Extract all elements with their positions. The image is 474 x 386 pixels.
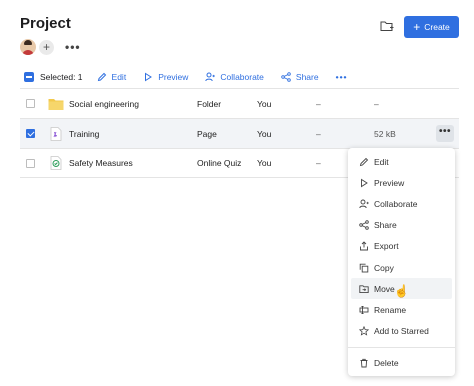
menu-item-label: Preview [374,177,405,188]
toolbar-more-icon[interactable]: ••• [336,72,348,82]
file-owner: You [257,128,272,139]
quiz-icon [50,156,62,170]
owners-bar: + ••• [20,39,81,55]
menu-item-rename[interactable]: Rename [348,299,455,320]
folder-icon [48,98,64,110]
file-name[interactable]: Safety Measures [69,158,133,168]
row-checkbox[interactable] [26,99,35,108]
folder-move-icon [359,285,369,293]
menu-item-label: Move [374,283,395,294]
toolbar-edit-button[interactable]: Edit [97,72,127,82]
selection-toolbar: Selected: 1 Edit Preview Collaborate Sha… [24,70,348,84]
pencil-icon [97,72,106,82]
context-menu: Edit Preview Collaborate Share Export Co… [348,148,455,376]
play-icon [361,178,368,188]
menu-item-move[interactable]: Move ☝ [351,278,452,300]
row-checkbox[interactable] [26,158,35,168]
person-plus-icon [359,199,369,209]
toolbar-share-label: Share [295,72,319,82]
trash-icon [360,359,368,368]
menu-item-edit[interactable]: Edit [348,151,455,172]
toolbar-share-button[interactable]: Share [281,72,319,82]
create-button[interactable]: + Create [404,16,459,38]
menu-item-label: Share [374,220,397,231]
plus-icon: + [413,20,421,34]
file-size: – [374,98,379,109]
file-name[interactable]: Social engineering [69,99,139,109]
menu-item-label: Copy [374,262,394,273]
file-name[interactable]: Training [69,129,99,139]
select-all-checkbox[interactable] [24,72,34,82]
menu-item-label: Collaborate [374,198,418,209]
new-folder-icon[interactable] [380,20,394,32]
row-more-button[interactable]: ••• [436,125,454,142]
menu-item-export[interactable]: Export [348,236,455,257]
copy-icon [359,263,369,272]
menu-item-label: Edit [374,156,389,167]
person-plus-icon [205,72,216,82]
menu-item-label: Rename [374,304,407,315]
export-icon [360,241,368,251]
toolbar-collaborate-button[interactable]: Collaborate [205,72,264,82]
avatar[interactable] [20,39,36,55]
toolbar-edit-label: Edit [111,72,127,82]
share-icon [281,72,291,82]
pencil-icon [359,157,369,166]
file-owner: You [257,158,272,168]
toolbar-collaborate-label: Collaborate [220,72,264,82]
file-modified: – [316,158,321,168]
selected-count: Selected: 1 [40,72,83,82]
file-type: Folder [197,98,222,109]
star-icon [359,326,369,336]
menu-item-label: Export [374,241,399,252]
file-owner: You [257,98,272,109]
file-size: 52 kB [374,128,396,139]
menu-item-delete[interactable]: Delete [348,353,455,374]
table-row[interactable]: Training Page You – 52 kB ••• [20,118,459,148]
table-row[interactable]: Social engineering Folder You – – [20,88,459,118]
file-type: Page [197,128,217,139]
file-type: Online Quiz [197,158,242,168]
menu-item-preview[interactable]: Preview [348,172,455,193]
create-button-label: Create [424,22,450,32]
hand-cursor-icon: ☝ [394,284,409,299]
page-icon [50,126,62,141]
rename-icon [359,305,369,314]
file-modified: – [316,98,321,109]
more-options-icon[interactable]: ••• [65,40,81,54]
add-collaborator-button[interactable]: + [39,39,54,55]
menu-item-collaborate[interactable]: Collaborate [348,193,455,214]
menu-item-copy[interactable]: Copy [348,257,455,278]
menu-divider [348,346,455,348]
toolbar-preview-button[interactable]: Preview [143,72,188,82]
play-icon [145,72,153,82]
menu-item-add-to-starred[interactable]: Add to Starred [348,321,455,342]
page-title: Project [20,15,71,32]
menu-item-share[interactable]: Share [348,215,455,236]
menu-item-label: Add to Starred [374,326,429,337]
file-modified: – [316,128,321,139]
share-icon [359,220,369,230]
menu-item-label: Delete [374,358,399,369]
row-checkbox[interactable] [26,129,35,138]
toolbar-preview-label: Preview [158,72,189,82]
